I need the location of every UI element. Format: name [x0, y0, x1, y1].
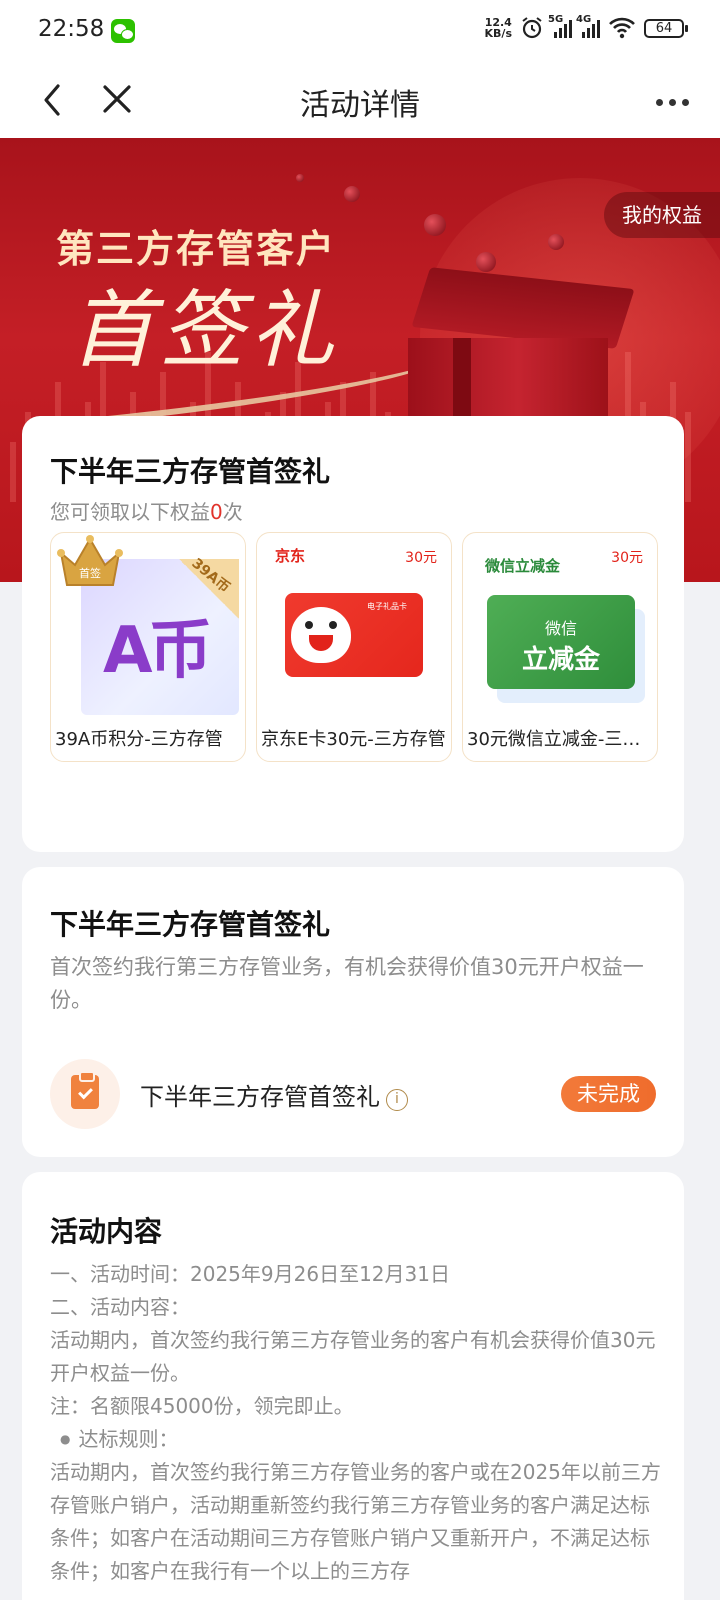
status-icons: 12.4 KB/s 5G 4G 64	[485, 14, 688, 40]
task-card-title: 下半年三方存管首签礼	[50, 908, 331, 941]
jd-brand: 京东	[275, 547, 306, 565]
signal-5g-label: 5G	[548, 14, 564, 25]
activity-content-card: 活动内容 一、活动时间：2025年9月26日至12月31日 二、活动内容： 活动…	[22, 1172, 684, 1600]
rewards-subtitle: 您可领取以下权益0次	[50, 496, 243, 525]
jd-card-text: 电子礼品卡	[367, 602, 407, 611]
rewards-count: 0	[210, 500, 223, 524]
content-bullet: 达标规则：	[50, 1423, 662, 1456]
rewards-subtitle-prefix: 您可领取以下权益	[50, 500, 210, 524]
wechat-card-line1: 微信	[544, 619, 577, 638]
crown-badge-text: 首签	[79, 566, 101, 580]
rewards-title: 下半年三方存管首签礼	[50, 455, 331, 488]
reward-list: A币 39A币 首签 39A币积分-三方存管 京东 30元 电子礼品卡 京东E卡…	[50, 532, 658, 762]
reward-caption: 京东E卡30元-三方存管	[261, 729, 446, 750]
alarm-icon	[522, 17, 542, 39]
crown-icon: 首签	[57, 535, 123, 586]
wechat-card-image: 微信 立减金	[487, 595, 635, 689]
nav-bar: 活动详情	[0, 62, 720, 138]
status-time: 22:58	[38, 16, 105, 42]
signal-5g-icon: 5G	[548, 14, 572, 38]
task-name-text: 下半年三方存管首签礼	[140, 1083, 380, 1111]
task-card: 下半年三方存管首签礼 首次签约我行第三方存管业务，有机会获得价值30元开户权益一…	[22, 867, 684, 1157]
reward-item-jd[interactable]: 京东 30元 电子礼品卡 京东E卡30元-三方存管	[256, 532, 452, 762]
signal-4g-icon: 4G	[576, 14, 600, 38]
wechat-card-line2: 立减金	[521, 645, 600, 675]
wechat-value: 30元	[611, 550, 643, 566]
reward-caption: 30元微信立减金-三方存管	[467, 729, 653, 750]
reward-item-acoin[interactable]: A币 39A币 首签 39A币积分-三方存管	[50, 532, 246, 762]
jd-value: 30元	[405, 550, 437, 566]
more-icon[interactable]	[656, 92, 692, 112]
task-card-desc: 首次签约我行第三方存管业务，有机会获得价值30元开户权益一份。	[50, 955, 644, 1012]
clipboard-icon	[50, 1059, 120, 1129]
wifi-icon	[609, 17, 635, 39]
content-line: 一、活动时间：2025年9月26日至12月31日	[50, 1262, 450, 1286]
page-title: 活动详情	[300, 88, 420, 123]
reward-caption: 39A币积分-三方存管	[55, 729, 223, 750]
task-name: 下半年三方存管首签礼 i	[140, 1077, 408, 1112]
wechat-brand: 微信立减金	[485, 557, 561, 575]
acoin-corner: 39A币	[179, 555, 239, 619]
rewards-card: 下半年三方存管首签礼 您可领取以下权益0次 A币 39A币 首签 39A币积分-…	[22, 416, 684, 852]
jd-card-image: 电子礼品卡	[285, 593, 423, 677]
activity-content-body: 一、活动时间：2025年9月26日至12月31日 二、活动内容： 活动期内，首次…	[50, 1258, 662, 1588]
reward-item-wechat[interactable]: 微信立减金 30元 微信 立减金 30元微信立减金-三方存管	[462, 532, 658, 762]
content-line: 活动期内，首次签约我行第三方存管业务的客户或在2025年以前三方存管账户销户，活…	[50, 1460, 661, 1583]
info-icon[interactable]: i	[386, 1089, 408, 1111]
wechat-notification-icon	[111, 19, 135, 43]
my-rights-button[interactable]: 我的权益	[604, 192, 720, 238]
rewards-subtitle-suffix: 次	[222, 500, 243, 524]
content-line: 活动期内，首次签约我行第三方存管业务的客户有机会获得价值30元开户权益一份。	[50, 1328, 656, 1385]
task-status-button[interactable]: 未完成	[561, 1076, 656, 1112]
jd-dog-icon	[291, 607, 351, 663]
status-bar: 22:58 12.4 KB/s 5G 4G 64	[0, 0, 720, 62]
content-line: 二、活动内容：	[50, 1295, 190, 1319]
activity-content-title: 活动内容	[50, 1215, 163, 1248]
signal-4g-label: 4G	[576, 14, 592, 25]
net-speed: 12.4 KB/s	[485, 17, 512, 39]
content-line: 注：名额限45000份，领完即止。	[50, 1394, 354, 1418]
acoin-corner-text: 39A币	[188, 555, 233, 597]
net-speed-unit: KB/s	[484, 27, 512, 40]
battery-icon: 64	[644, 18, 688, 38]
